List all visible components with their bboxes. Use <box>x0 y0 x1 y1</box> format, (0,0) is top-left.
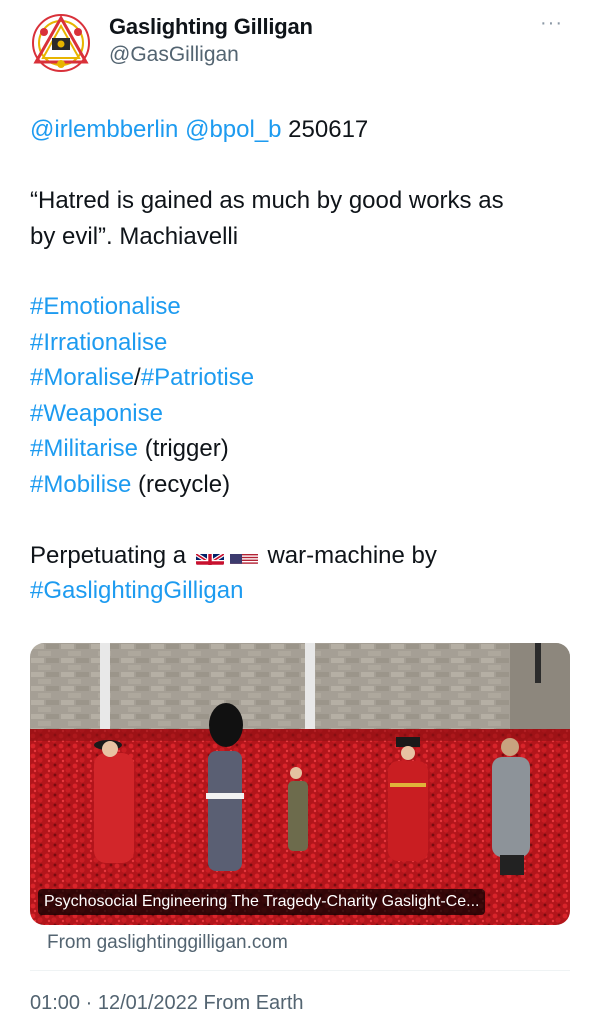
hashtag-link[interactable]: #Moralise <box>30 364 134 391</box>
mention-link[interactable]: @bpol_b <box>185 116 281 143</box>
person-figure <box>94 740 134 863</box>
person-figure <box>492 738 530 875</box>
mention-line-text: 250617 <box>281 116 369 143</box>
person-figure <box>206 703 244 871</box>
hashtag-link[interactable]: #Irrationalise <box>30 329 167 356</box>
avatar[interactable] <box>26 12 96 74</box>
link-card-caption: Psychosocial Engineering The Tragedy-Cha… <box>38 889 486 915</box>
tweet-timestamp[interactable]: 01:00 · 12/01/2022 From Earth <box>30 992 304 1015</box>
mention-line: @irlembberlin @bpol_b 250617 <box>30 112 368 147</box>
uk-flag-icon <box>195 547 224 565</box>
hashtag-link[interactable]: #Patriotise <box>141 364 254 391</box>
hashtag-link[interactable]: #Mobilise <box>30 471 131 498</box>
closing-line: Perpetuating a war-machine by <box>30 538 437 573</box>
quote-line: by evil”. Machiavelli <box>30 223 239 250</box>
hashtag-link[interactable]: #Emotionalise <box>30 293 181 320</box>
link-card-image <box>30 643 570 925</box>
more-dots-icon[interactable]: ··· <box>540 12 563 35</box>
author-handle[interactable]: @GasGilligan <box>109 43 239 67</box>
triangle-emblem-logo <box>32 14 90 72</box>
mention-link[interactable]: @irlembberlin <box>30 116 178 143</box>
hashtag-link[interactable]: #Militarise <box>30 435 138 462</box>
closing-prefix: Perpetuating a <box>30 542 187 569</box>
link-card[interactable]: Psychosocial Engineering The Tragedy-Cha… <box>30 643 570 925</box>
hashtag-separator: / <box>134 364 141 391</box>
divider <box>30 970 570 971</box>
link-source[interactable]: From gaslightinggilligan.com <box>47 932 288 954</box>
hashtag-line: #Moralise/#Patriotise <box>30 360 254 395</box>
hashtag-line: #Emotionalise <box>30 289 181 324</box>
closing-hashtag-line: #GaslightingGilligan <box>30 573 243 608</box>
hashtag-line: #Mobilise (recycle) <box>30 467 230 502</box>
hashtag-suffix: (recycle) <box>131 471 231 498</box>
us-flag-icon <box>229 547 258 565</box>
hashtag-link[interactable]: #GaslightingGilligan <box>30 577 243 604</box>
hashtag-line: #Irrationalise <box>30 325 167 360</box>
tweet-header: Gaslighting Gilligan @GasGilligan ··· <box>0 0 599 90</box>
author-name[interactable]: Gaslighting Gilligan <box>109 14 313 40</box>
closing-suffix: war-machine by <box>267 542 437 569</box>
hashtag-line: #Weaponise <box>30 396 163 431</box>
hashtag-line: #Militarise (trigger) <box>30 431 229 466</box>
hashtag-link[interactable]: #Weaponise <box>30 400 163 427</box>
quote-line: “Hatred is gained as much by good works … <box>30 187 504 214</box>
hashtag-suffix: (trigger) <box>138 435 229 462</box>
